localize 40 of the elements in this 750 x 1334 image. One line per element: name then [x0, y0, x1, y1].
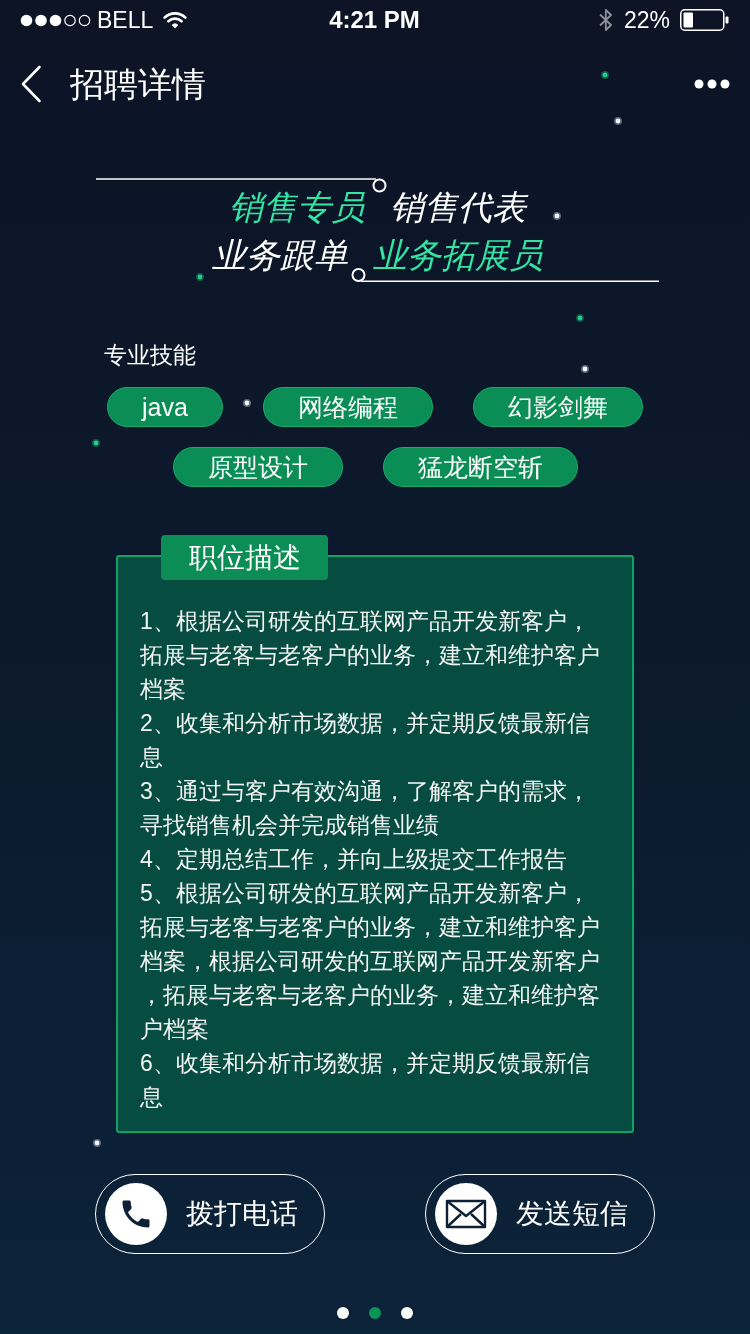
description-item: 3、通过与客户有效沟通，了解客户的需求，寻找销售机会并完成销售业绩: [140, 777, 591, 840]
skill-tag: 幻影剑舞: [472, 387, 643, 427]
bluetooth-icon: [597, 7, 614, 33]
phone-icon: [104, 1182, 168, 1246]
position-title: 业务跟单: [211, 235, 348, 276]
glow-dot-icon: [243, 399, 251, 407]
skill-tag: 网络编程: [262, 387, 433, 427]
clock-time: 4:21 PM: [329, 6, 420, 34]
battery-percent: 22%: [623, 6, 670, 34]
page-dot[interactable]: [337, 1307, 349, 1319]
page-dot[interactable]: [401, 1307, 413, 1319]
glow-dot-icon: [601, 71, 609, 79]
section-heading: 职位描述: [161, 535, 328, 580]
glow-dot-icon: [581, 365, 589, 373]
signal-icon: [20, 13, 92, 27]
description-item: 6、收集和分析市场数据，并定期反馈最新信息: [140, 1049, 591, 1112]
more-icon[interactable]: [694, 79, 730, 89]
glow-dot-icon: [92, 439, 100, 447]
description-item: 4、定期总结工作，并向上级提交工作报告: [140, 845, 568, 874]
carrier-name: BELL: [97, 6, 154, 34]
glow-dot-icon: [196, 273, 204, 281]
skill-tag: 原型设计: [172, 447, 343, 487]
back-icon[interactable]: [20, 65, 42, 103]
section-label: 专业技能: [104, 341, 196, 370]
position-title: 业务拓展员: [372, 235, 543, 276]
position-title: 销售专员: [228, 187, 365, 228]
description-item: 5、根据公司研发的互联网产品开发新客户，拓展与老客与老客户的业务，建立和维护客户档案，根据公司研发的互联网产品开发新客户，拓展与老客与老客户的业务，建立和维护客户档案: [140, 879, 601, 1044]
glow-dot-icon: [576, 314, 584, 322]
envelope-icon: [434, 1182, 498, 1246]
page-title: 招聘详情: [70, 64, 206, 105]
description-item: 2、收集和分析市场数据，并定期反馈最新信息: [140, 709, 591, 772]
wifi-icon: [163, 11, 188, 29]
skill-tag: java: [107, 387, 223, 427]
skill-tag: 猛龙断空斩: [382, 447, 578, 487]
battery-icon: [680, 9, 729, 31]
glow-dot-icon: [93, 1139, 101, 1147]
page-dot[interactable]: [369, 1307, 381, 1319]
glow-dot-icon: [614, 117, 622, 125]
glow-dot-icon: [553, 212, 561, 220]
description-item: 1、根据公司研发的互联网产品开发新客户，拓展与老客与老客户的业务，建立和维护客户档案: [140, 607, 601, 704]
